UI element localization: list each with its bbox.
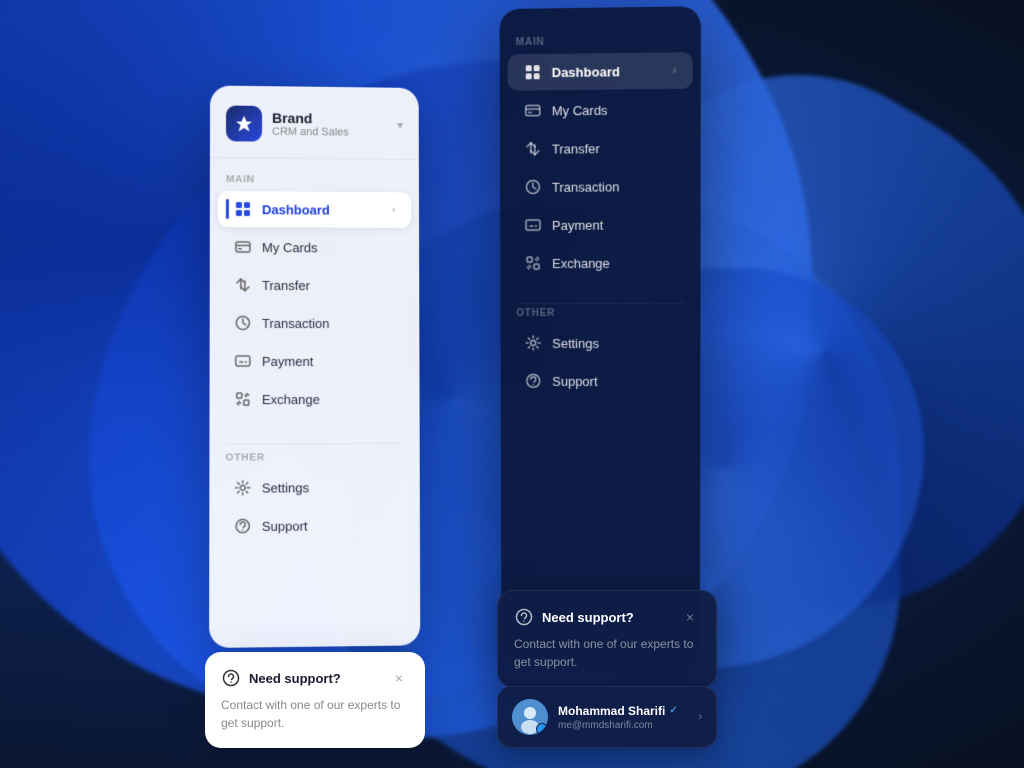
support-card-light: Need support? × Contact with one of our … <box>205 652 425 748</box>
sidebar-item-payment-dark[interactable]: Payment <box>508 206 692 243</box>
sidebar-item-exchange-dark[interactable]: Exchange <box>508 244 692 281</box>
support-card-desc-dark: Contact with one of our experts to get s… <box>514 635 700 671</box>
dashboard-chevron-dark: › <box>673 64 677 76</box>
support-title-wrap-light: Need support? <box>221 668 341 688</box>
support-card-header-dark: Need support? × <box>514 607 700 627</box>
transfer-label-dark: Transfer <box>552 140 677 156</box>
support-card-desc-light: Contact with one of our experts to get s… <box>221 696 409 732</box>
brand-chevron-icon: ▾ <box>397 118 403 132</box>
settings-label: Settings <box>262 479 396 495</box>
dashboard-label: Dashboard <box>262 202 382 218</box>
transfer-label: Transfer <box>262 277 396 292</box>
support-card-title-dark: Need support? <box>542 610 634 625</box>
sidebar-item-transfer-dark[interactable]: Transfer <box>508 129 693 167</box>
my-cards-icon <box>234 238 252 256</box>
user-email: me@mmdsharifi.com <box>558 720 688 731</box>
dashboard-icon-dark <box>524 63 542 81</box>
payment-label: Payment <box>262 353 396 368</box>
transaction-icon <box>234 314 252 332</box>
other-section-label-dark: OTHER <box>500 308 700 319</box>
sidebar-item-settings-dark[interactable]: Settings <box>508 325 692 361</box>
transfer-icon <box>234 276 252 294</box>
brand-text: Brand CRM and Sales <box>272 110 387 139</box>
support-card-header-light: Need support? × <box>221 668 409 688</box>
dashboard-label-dark: Dashboard <box>552 63 663 79</box>
sidebar-item-payment[interactable]: Payment <box>218 343 412 379</box>
brand-logo <box>226 106 262 142</box>
support-label: Support <box>262 517 396 533</box>
sidebar-item-support[interactable]: Support <box>217 507 412 545</box>
main-section-label-dark: MAIN <box>500 35 701 49</box>
support-card-icon-light <box>221 668 241 688</box>
avatar <box>512 699 548 735</box>
support-card-icon-dark <box>514 607 534 627</box>
payment-icon <box>234 352 252 370</box>
sidebar-item-support-dark[interactable]: Support <box>508 363 692 399</box>
exchange-label: Exchange <box>262 391 396 406</box>
support-label-dark: Support <box>552 373 676 388</box>
transaction-icon-dark <box>524 178 542 196</box>
transfer-icon-dark <box>524 140 542 158</box>
my-cards-icon-dark <box>524 101 542 119</box>
exchange-icon <box>234 390 252 408</box>
support-close-button-dark[interactable]: × <box>680 607 700 627</box>
exchange-label-dark: Exchange <box>552 255 676 270</box>
user-name: Mohammad Sharifi ✓ <box>558 704 688 718</box>
support-close-button-light[interactable]: × <box>389 668 409 688</box>
dashboard-icon <box>234 200 252 218</box>
support-card-dark: Need support? × Contact with one of our … <box>497 590 717 688</box>
settings-icon <box>234 479 252 497</box>
brand-header[interactable]: Brand CRM and Sales ▾ <box>210 105 419 160</box>
sidebar-item-transaction[interactable]: Transaction <box>218 305 412 341</box>
sidebar-item-transaction-dark[interactable]: Transaction <box>508 168 693 205</box>
sidebar-item-settings[interactable]: Settings <box>217 469 411 506</box>
support-icon-dark <box>524 372 542 390</box>
sidebar-light: Brand CRM and Sales ▾ MAIN Dashboard › <box>209 85 420 648</box>
my-cards-label-dark: My Cards <box>552 102 677 118</box>
exchange-icon-dark <box>524 254 542 272</box>
brand-name: Brand <box>272 110 387 127</box>
sidebar-item-transfer[interactable]: Transfer <box>218 267 412 304</box>
transaction-label-dark: Transaction <box>552 178 677 194</box>
sidebar-item-dashboard-dark[interactable]: Dashboard › <box>508 52 693 91</box>
brand-subtitle: CRM and Sales <box>272 126 387 139</box>
settings-label-dark: Settings <box>552 335 676 350</box>
user-chevron-icon: › <box>698 711 702 723</box>
main-section-label: MAIN <box>210 174 419 187</box>
user-info: Mohammad Sharifi ✓ me@mmdsharifi.com <box>558 704 688 731</box>
support-icon <box>234 517 252 535</box>
sidebar-item-exchange[interactable]: Exchange <box>218 381 412 417</box>
sidebar-dark: MAIN Dashboard › My Cards <box>500 6 701 669</box>
sidebar-item-my-cards-dark[interactable]: My Cards <box>508 91 693 129</box>
payment-icon-dark <box>524 216 542 234</box>
my-cards-label: My Cards <box>262 240 395 256</box>
payment-label-dark: Payment <box>552 217 676 233</box>
support-card-title-light: Need support? <box>249 671 341 686</box>
support-title-wrap-dark: Need support? <box>514 607 634 627</box>
other-section-label: OTHER <box>209 452 419 464</box>
transaction-label: Transaction <box>262 315 396 330</box>
sidebar-item-dashboard[interactable]: Dashboard › <box>218 191 411 228</box>
user-profile[interactable]: Mohammad Sharifi ✓ me@mmdsharifi.com › <box>497 686 717 748</box>
dashboard-chevron-icon: › <box>392 204 396 216</box>
sidebar-item-my-cards[interactable]: My Cards <box>218 229 411 266</box>
verified-badge-icon: ✓ <box>669 705 677 716</box>
settings-icon-dark <box>524 334 542 352</box>
